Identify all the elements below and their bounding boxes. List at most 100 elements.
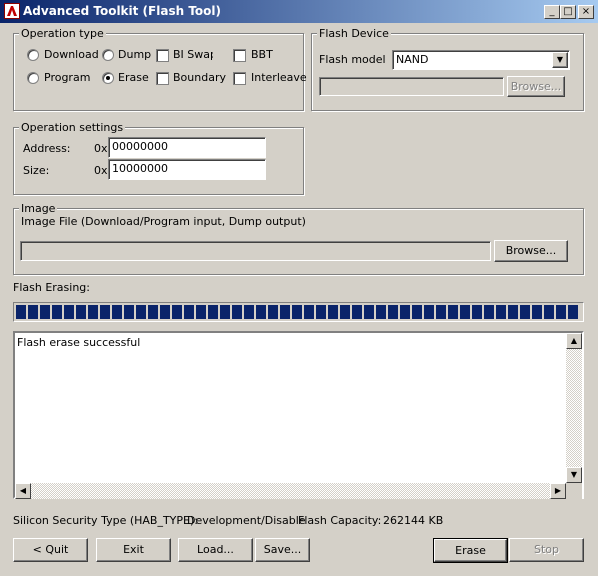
progress-segment: [232, 305, 242, 319]
progress-segment: [196, 305, 206, 319]
progress-segment: [568, 305, 578, 319]
flash-capacity-label: Flash Capacity:: [298, 514, 382, 527]
image-legend: Image: [19, 202, 58, 215]
size-input[interactable]: 10000000: [108, 159, 266, 180]
boundary-checkbox[interactable]: [156, 72, 169, 85]
progress-segment: [352, 305, 362, 319]
flash-device-legend: Flash Device: [317, 27, 391, 40]
save-button[interactable]: Save...: [255, 538, 310, 562]
progress-segment: [544, 305, 554, 319]
scrollbar-corner: [566, 483, 582, 499]
progress-segment: [316, 305, 326, 319]
exit-button[interactable]: Exit: [96, 538, 171, 562]
scroll-left-icon[interactable]: ◀: [15, 483, 31, 499]
load-button[interactable]: Load...: [178, 538, 253, 562]
operation-settings-legend: Operation settings: [19, 121, 126, 134]
progress-segment: [532, 305, 542, 319]
progress-segment: [52, 305, 62, 319]
boundary-label: Boundary: [173, 71, 226, 84]
progress-segment: [460, 305, 470, 319]
bi-swap-checkbox[interactable]: [156, 49, 169, 62]
progress-segment: [112, 305, 122, 319]
progress-segment: [556, 305, 566, 319]
flash-device-path-field: [319, 77, 504, 96]
address-label: Address:: [23, 142, 71, 155]
security-type-label: Silicon Security Type (HAB_TYPE):: [13, 514, 198, 527]
log-text: Flash erase successful: [17, 336, 141, 349]
quit-button[interactable]: < Quit: [13, 538, 88, 562]
bi-swap-label: BI Swap: [173, 48, 213, 61]
progress-segment: [208, 305, 218, 319]
scroll-right-icon[interactable]: ▶: [550, 483, 566, 499]
flash-model-dropdown-icon[interactable]: ▼: [552, 52, 568, 68]
flash-model-select[interactable]: NAND: [392, 50, 570, 70]
progress-segment: [268, 305, 278, 319]
progress-segment: [328, 305, 338, 319]
erase-button[interactable]: Erase: [433, 538, 508, 563]
log-vertical-scrollbar[interactable]: [566, 333, 582, 483]
security-type-value: Development/Disable: [187, 514, 306, 527]
download-radio[interactable]: [27, 49, 39, 61]
progress-segment: [364, 305, 374, 319]
progress-segment: [436, 305, 446, 319]
progress-segment: [16, 305, 26, 319]
flash-model-value: NAND: [396, 53, 429, 66]
progress-segment: [472, 305, 482, 319]
flash-device-browse-button: Browse...: [507, 76, 565, 97]
progress-segment: [400, 305, 410, 319]
progress-segment: [244, 305, 254, 319]
progress-segment: [256, 305, 266, 319]
progress-segment: [520, 305, 530, 319]
log-panel: [13, 331, 584, 499]
window-title: Advanced Toolkit (Flash Tool): [23, 4, 221, 18]
progress-segment: [388, 305, 398, 319]
progress-segment: [280, 305, 290, 319]
progress-segment: [292, 305, 302, 319]
erase-radio[interactable]: [102, 72, 114, 84]
progress-segment: [148, 305, 158, 319]
progress-segment: [340, 305, 350, 319]
log-horizontal-scrollbar[interactable]: [15, 483, 566, 499]
progress-fill: [14, 303, 583, 321]
interleave-checkbox[interactable]: [233, 72, 246, 85]
maximize-button[interactable]: □: [560, 5, 576, 19]
progress-segment: [376, 305, 386, 319]
progress-segment: [172, 305, 182, 319]
address-hex-prefix: 0x: [94, 142, 108, 155]
close-button[interactable]: ×: [578, 5, 594, 19]
progress-segment: [184, 305, 194, 319]
progress-bar: [13, 302, 584, 322]
progress-segment: [220, 305, 230, 319]
progress-segment: [484, 305, 494, 319]
progress-segment: [412, 305, 422, 319]
image-path-field: [20, 241, 491, 261]
size-label: Size:: [23, 164, 50, 177]
download-label: Download: [44, 48, 99, 61]
program-label: Program: [44, 71, 91, 84]
scroll-up-icon[interactable]: ▲: [566, 333, 582, 349]
stop-button: Stop: [509, 538, 584, 562]
progress-segment: [448, 305, 458, 319]
progress-segment: [124, 305, 134, 319]
progress-segment: [28, 305, 38, 319]
minimize-button[interactable]: _: [544, 5, 560, 19]
bbt-label: BBT: [251, 48, 273, 61]
progress-segment: [100, 305, 110, 319]
program-radio[interactable]: [27, 72, 39, 84]
address-input[interactable]: 00000000: [108, 137, 266, 158]
bbt-checkbox[interactable]: [233, 49, 246, 62]
dump-radio[interactable]: [102, 49, 114, 61]
progress-label: Flash Erasing:: [13, 281, 90, 294]
interleave-label: Interleave: [251, 71, 307, 84]
progress-segment: [508, 305, 518, 319]
erase-label: Erase: [118, 71, 149, 84]
progress-segment: [496, 305, 506, 319]
progress-segment: [76, 305, 86, 319]
flash-model-label: Flash model: [319, 53, 386, 66]
progress-segment: [424, 305, 434, 319]
flash-device-group: [311, 33, 584, 111]
image-browse-button[interactable]: Browse...: [494, 240, 568, 262]
progress-segment: [304, 305, 314, 319]
dump-label: Dump: [118, 48, 152, 61]
scroll-down-icon[interactable]: ▼: [566, 467, 582, 483]
